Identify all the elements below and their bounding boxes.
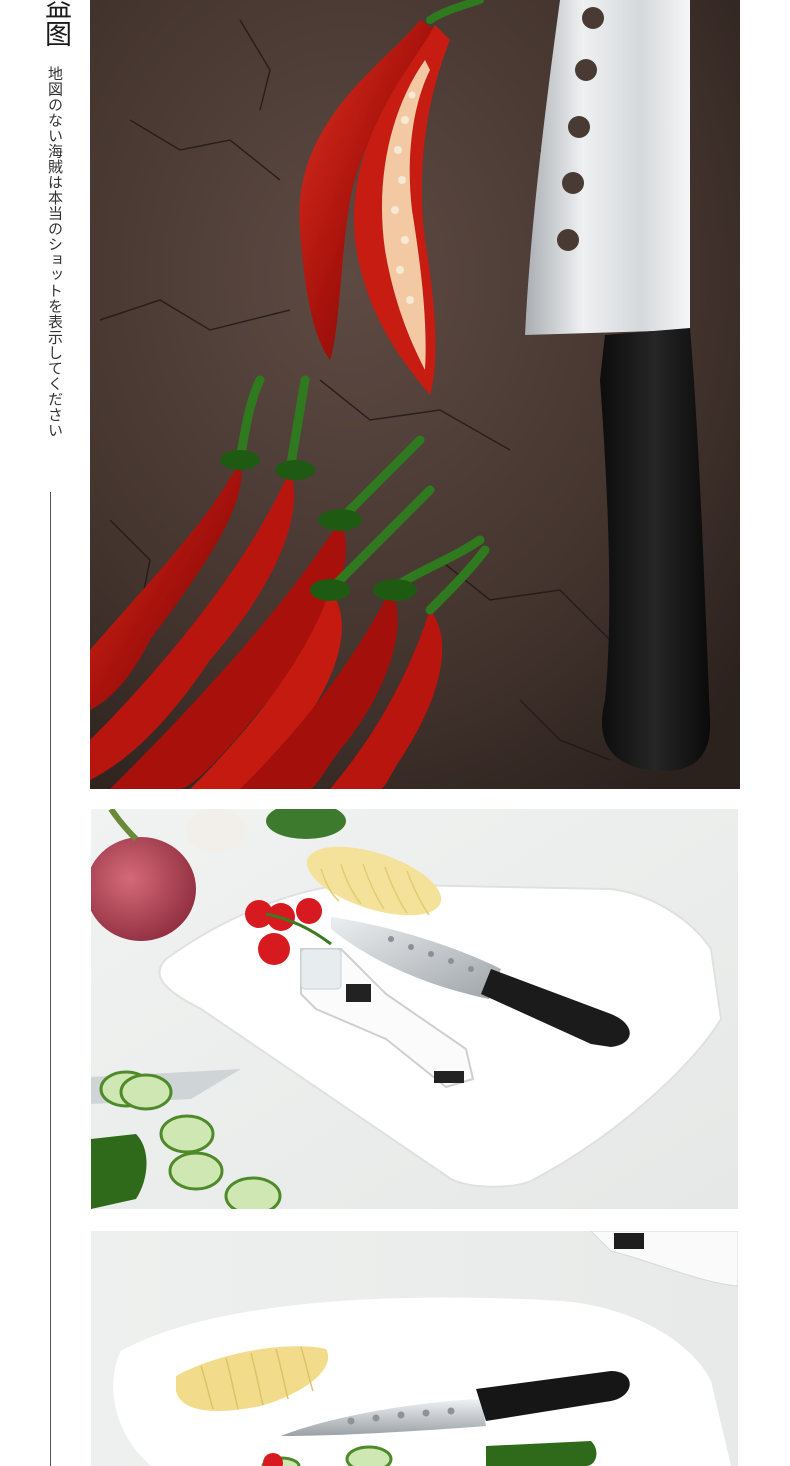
knife-board-image	[91, 1231, 738, 1466]
page-title: 益图	[40, 0, 71, 48]
knife-board-photo	[91, 1231, 738, 1466]
sharpener-board-photo	[91, 809, 738, 1209]
vertical-divider	[50, 492, 51, 1466]
chili-knife-image	[90, 0, 740, 789]
sharpener-board-image	[91, 809, 738, 1209]
chili-knife-photo	[90, 0, 740, 789]
page-subtitle: 地図のない海賊は本当のショットを表示してください	[46, 66, 64, 438]
vertical-title-column: 益图 地図のない海賊は本当のショットを表示してください	[34, 0, 74, 1466]
